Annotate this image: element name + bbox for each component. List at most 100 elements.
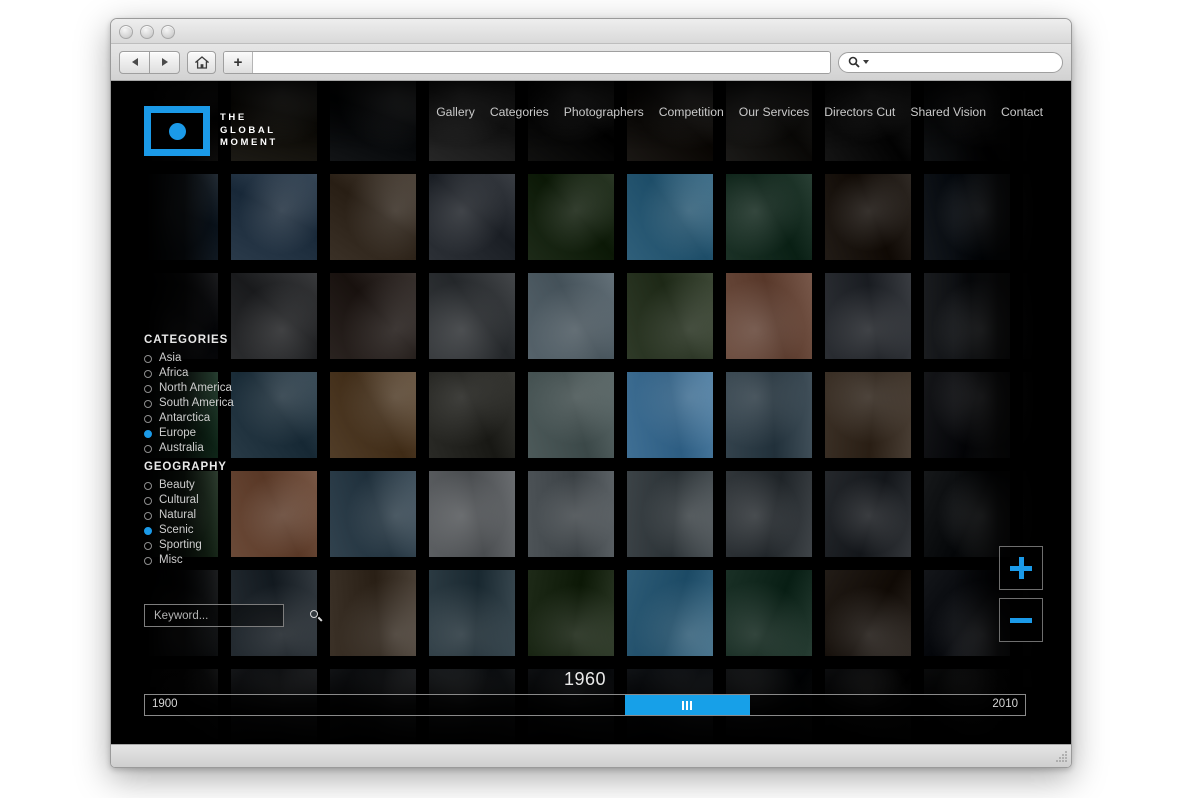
new-tab-button[interactable]: +: [224, 51, 253, 73]
photo-tile[interactable]: [924, 372, 1010, 458]
keyword-input[interactable]: [152, 608, 310, 623]
photo-tile[interactable]: [429, 372, 515, 458]
radio-icon[interactable]: [144, 526, 152, 535]
address-bar[interactable]: +: [223, 50, 831, 74]
photo-tile[interactable]: [429, 174, 515, 260]
radio-icon[interactable]: [144, 354, 152, 363]
photo-tile[interactable]: [1023, 372, 1071, 458]
photo-tile[interactable]: [528, 471, 614, 557]
window-controls[interactable]: [119, 25, 175, 39]
photo-tile[interactable]: [111, 669, 119, 745]
keyword-search-box[interactable]: [144, 604, 323, 627]
forward-button[interactable]: [150, 50, 180, 74]
photo-tile[interactable]: [726, 273, 812, 359]
photo-tile[interactable]: [1023, 669, 1071, 745]
photo-tile[interactable]: [825, 174, 911, 260]
photo-tile[interactable]: [111, 372, 119, 458]
photo-tile[interactable]: [825, 570, 911, 656]
nav-item-contact[interactable]: Contact: [1001, 105, 1043, 119]
radio-icon[interactable]: [144, 541, 152, 550]
browser-search-input[interactable]: [872, 55, 1053, 69]
photo-tile[interactable]: [330, 174, 416, 260]
geography-option-misc[interactable]: Misc: [144, 553, 286, 568]
photo-tile[interactable]: [825, 372, 911, 458]
categories-option-asia[interactable]: Asia: [144, 351, 286, 366]
nav-item-gallery[interactable]: Gallery: [436, 105, 475, 119]
photo-tile[interactable]: [825, 471, 911, 557]
photo-tile[interactable]: [1023, 174, 1071, 260]
geography-option-sporting[interactable]: Sporting: [144, 538, 286, 553]
nav-item-photographers[interactable]: Photographers: [564, 105, 644, 119]
nav-item-shared-vision[interactable]: Shared Vision: [910, 105, 986, 119]
radio-icon[interactable]: [144, 369, 152, 378]
photo-tile[interactable]: [825, 273, 911, 359]
resize-grip[interactable]: [1055, 751, 1068, 764]
photo-tile[interactable]: [726, 570, 812, 656]
address-input[interactable]: [253, 51, 830, 73]
nav-item-categories[interactable]: Categories: [490, 105, 549, 119]
photo-tile[interactable]: [924, 273, 1010, 359]
nav-item-competition[interactable]: Competition: [659, 105, 724, 119]
photo-tile[interactable]: [528, 174, 614, 260]
radio-icon[interactable]: [144, 414, 152, 423]
photo-tile[interactable]: [627, 273, 713, 359]
nav-item-our-services[interactable]: Our Services: [739, 105, 809, 119]
photo-tile[interactable]: [924, 570, 1010, 656]
photo-tile[interactable]: [1023, 273, 1071, 359]
photo-tile[interactable]: [111, 570, 119, 656]
photo-tile[interactable]: [924, 174, 1010, 260]
search-icon[interactable]: [310, 609, 323, 622]
minimize-button[interactable]: [140, 25, 154, 39]
nav-item-directors-cut[interactable]: Directors Cut: [824, 105, 895, 119]
photo-tile[interactable]: [1023, 471, 1071, 557]
photo-tile[interactable]: [924, 471, 1010, 557]
photo-tile[interactable]: [627, 570, 713, 656]
maximize-button[interactable]: [161, 25, 175, 39]
photo-tile[interactable]: [627, 372, 713, 458]
categories-option-south-america[interactable]: South America: [144, 396, 286, 411]
radio-icon[interactable]: [144, 429, 152, 438]
home-button[interactable]: [187, 50, 216, 74]
geography-option-scenic[interactable]: Scenic: [144, 523, 286, 538]
photo-tile[interactable]: [528, 273, 614, 359]
photo-tile[interactable]: [231, 174, 317, 260]
photo-tile[interactable]: [330, 471, 416, 557]
close-button[interactable]: [119, 25, 133, 39]
photo-tile[interactable]: [330, 372, 416, 458]
photo-tile[interactable]: [726, 471, 812, 557]
geography-option-natural[interactable]: Natural: [144, 508, 286, 523]
categories-option-australia[interactable]: Australia: [144, 441, 286, 456]
radio-icon[interactable]: [144, 496, 152, 505]
radio-icon[interactable]: [144, 399, 152, 408]
photo-tile[interactable]: [111, 273, 119, 359]
chevron-down-icon[interactable]: [863, 60, 869, 64]
zoom-in-button[interactable]: [999, 546, 1043, 590]
photo-tile[interactable]: [429, 570, 515, 656]
photo-tile[interactable]: [111, 174, 119, 260]
photo-tile[interactable]: [627, 174, 713, 260]
timeline-track[interactable]: 1900 2010: [144, 694, 1026, 716]
timeline-handle[interactable]: [624, 695, 750, 715]
photo-tile[interactable]: [726, 372, 812, 458]
categories-option-africa[interactable]: Africa: [144, 366, 286, 381]
geography-option-beauty[interactable]: Beauty: [144, 478, 286, 493]
categories-option-north-america[interactable]: North America: [144, 381, 286, 396]
window-titlebar[interactable]: [111, 19, 1071, 44]
photo-tile[interactable]: [111, 471, 119, 557]
categories-option-antarctica[interactable]: Antarctica: [144, 411, 286, 426]
photo-tile[interactable]: [429, 471, 515, 557]
photo-tile[interactable]: [627, 471, 713, 557]
back-button[interactable]: [119, 50, 150, 74]
categories-option-europe[interactable]: Europe: [144, 426, 286, 441]
geography-option-cultural[interactable]: Cultural: [144, 493, 286, 508]
site-logo[interactable]: THE GLOBAL MOMENT: [144, 106, 278, 156]
radio-icon[interactable]: [144, 556, 152, 565]
radio-icon[interactable]: [144, 511, 152, 520]
photo-tile[interactable]: [528, 570, 614, 656]
photo-tile[interactable]: [429, 273, 515, 359]
photo-tile[interactable]: [330, 570, 416, 656]
radio-icon[interactable]: [144, 444, 152, 453]
photo-tile[interactable]: [132, 174, 218, 260]
photo-tile[interactable]: [528, 372, 614, 458]
photo-tile[interactable]: [726, 174, 812, 260]
